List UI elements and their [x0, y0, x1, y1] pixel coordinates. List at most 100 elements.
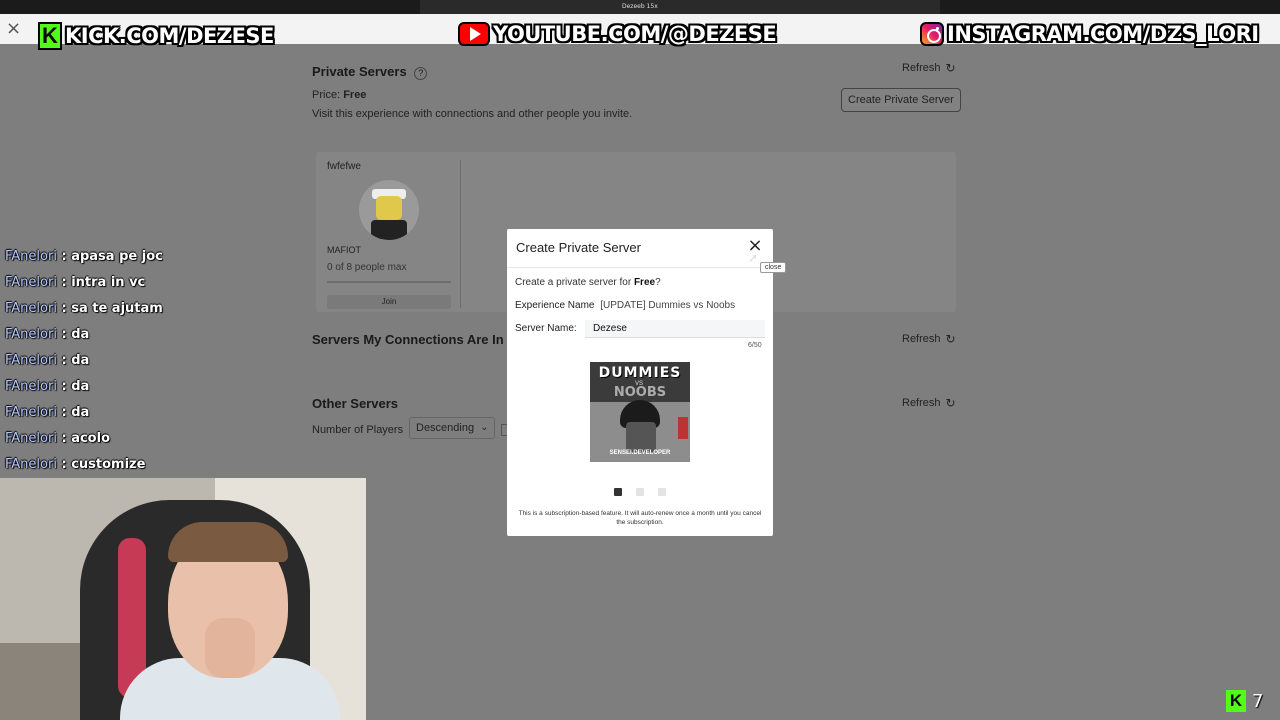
carousel-dot[interactable]	[614, 488, 622, 496]
chat-message: FAnelori : intra in vc	[5, 274, 305, 300]
experience-thumbnail: DUMMIES VS NOOBS SENSEI.DEVELOPER	[590, 362, 690, 462]
chat-username: FAnelori	[5, 405, 57, 420]
price-line: Price: Free	[312, 89, 366, 101]
chat-message: FAnelori : da	[5, 404, 305, 430]
chat-text: intra in vc	[71, 275, 146, 290]
chat-message: FAnelori : acolo	[5, 430, 305, 456]
chat-separator: :	[56, 301, 72, 316]
refresh-connections-button[interactable]: Refresh ↻	[902, 332, 956, 346]
refresh-icon: ↻	[945, 61, 956, 75]
refresh-label: Refresh	[902, 397, 941, 409]
carousel-dot[interactable]	[658, 488, 666, 496]
chat-username: FAnelori	[5, 301, 57, 316]
chat-message: FAnelori : da	[5, 326, 305, 352]
connections-servers-title: Servers My Connections Are In	[312, 332, 504, 347]
server-name: fwfefwe	[327, 161, 361, 172]
top-strip-block	[420, 0, 940, 14]
top-strip: Dezeeb 15x	[0, 0, 1280, 14]
price-prompt-text: Create a private server for	[515, 277, 632, 288]
chat-username: FAnelori	[5, 379, 57, 394]
close-tooltip: close	[760, 262, 787, 273]
chat-text: customize	[71, 457, 146, 472]
price-prompt-suffix: ?	[655, 277, 661, 288]
kick-url: KICK.COM/DEZESE	[65, 24, 274, 48]
chevron-down-icon: ⌄	[480, 422, 489, 433]
top-strip-text: Dezeeb 15x	[622, 3, 658, 10]
chat-username: FAnelori	[5, 353, 57, 368]
thumbnail-credit: SENSEI.DEVELOPER	[609, 450, 671, 456]
chat-text: apasa pe joc	[71, 249, 163, 264]
viewer-count-badge: K 7	[1226, 690, 1263, 712]
private-servers-description: Visit this experience with connections a…	[312, 108, 633, 120]
chat-username: FAnelori	[5, 275, 57, 290]
instagram-link: INSTAGRAM.COM/DZS_LORI	[920, 22, 1259, 46]
carousel-dot[interactable]	[636, 488, 644, 496]
create-private-server-dialog: Create Private Server × close Create a p…	[507, 229, 787, 536]
chat-overlay: FAnelori : apasa pe joc FAnelori : intra …	[5, 248, 305, 482]
create-private-server-button[interactable]: Create Private Server	[841, 88, 961, 112]
server-name-input[interactable]	[585, 320, 765, 338]
sort-order-value: Descending	[416, 422, 475, 434]
carousel-dots	[614, 488, 666, 496]
refresh-label: Refresh	[902, 333, 941, 345]
owner-avatar[interactable]	[359, 180, 419, 240]
experience-name-row: Experience Name [UPDATE] Dummies vs Noob…	[515, 300, 735, 311]
chat-text: da	[71, 353, 90, 368]
server-capacity: 0 of 8 people max	[327, 262, 407, 273]
chat-text: da	[71, 379, 90, 394]
dialog-divider	[507, 267, 773, 268]
kick-link: K KICK.COM/DEZESE	[38, 22, 274, 50]
dialog-title: Create Private Server	[516, 240, 641, 255]
server-name-label: Server Name:	[515, 323, 577, 334]
thumbnail-title: DUMMIES	[598, 365, 682, 381]
refresh-label: Refresh	[902, 62, 941, 74]
price-prompt: Create a private server for Free?	[515, 277, 661, 288]
help-icon[interactable]: ?	[414, 67, 428, 80]
chat-message: FAnelori : da	[5, 378, 305, 404]
thumbnail-subtitle: NOOBS	[613, 385, 667, 400]
instagram-logo-icon	[920, 22, 944, 46]
youtube-link: YOUTUBE.COM/@DEZESE	[458, 22, 777, 46]
chat-username: FAnelori	[5, 249, 57, 264]
chat-separator: :	[56, 457, 72, 472]
youtube-logo-icon	[458, 22, 490, 46]
experience-name-value: [UPDATE] Dummies vs Noobs	[600, 300, 736, 311]
webcam-feed	[0, 478, 366, 720]
refresh-other-button[interactable]: Refresh ↻	[902, 396, 956, 410]
sort-order-select[interactable]: Descending ⌄	[409, 417, 496, 439]
kick-logo-icon: K	[38, 22, 62, 50]
join-button[interactable]: Join	[327, 295, 451, 309]
chat-message: FAnelori : sa te ajutam	[5, 300, 305, 326]
chat-separator: :	[56, 353, 72, 368]
chat-separator: :	[56, 405, 72, 420]
chat-separator: :	[56, 275, 72, 290]
chat-separator: :	[56, 327, 72, 342]
chat-text: sa te ajutam	[71, 301, 163, 316]
chat-message: FAnelori : apasa pe joc	[5, 248, 305, 274]
chat-message: FAnelori : da	[5, 352, 305, 378]
refresh-icon: ↻	[945, 396, 956, 410]
chat-username: FAnelori	[5, 431, 57, 446]
instagram-url: INSTAGRAM.COM/DZS_LORI	[947, 22, 1259, 46]
price-prompt-value: Free	[633, 277, 656, 288]
chat-text: acolo	[71, 431, 110, 446]
viewer-count: 7	[1252, 690, 1264, 712]
chat-separator: :	[56, 379, 72, 394]
refresh-private-button[interactable]: Refresh ↻	[902, 61, 956, 75]
private-servers-title: Private Servers ?	[312, 64, 428, 80]
chat-separator: :	[56, 431, 72, 446]
chat-username: FAnelori	[5, 327, 57, 342]
char-counter: 6/50	[748, 342, 762, 349]
mouse-cursor-icon: ➚	[748, 251, 759, 265]
kick-small-logo-icon: K	[1226, 690, 1246, 712]
refresh-icon: ↻	[945, 332, 956, 346]
owner-name[interactable]: MAFIOT	[327, 245, 361, 255]
chat-username: FAnelori	[5, 457, 57, 472]
close-icon[interactable]: ×	[6, 20, 21, 38]
capacity-bar	[327, 281, 451, 283]
subscription-note: This is a subscription-based feature. It…	[518, 510, 762, 526]
price-label: Price:	[312, 89, 341, 101]
card-divider	[460, 160, 461, 308]
chat-text: da	[71, 405, 90, 420]
experience-name-label: Experience Name	[515, 300, 595, 311]
